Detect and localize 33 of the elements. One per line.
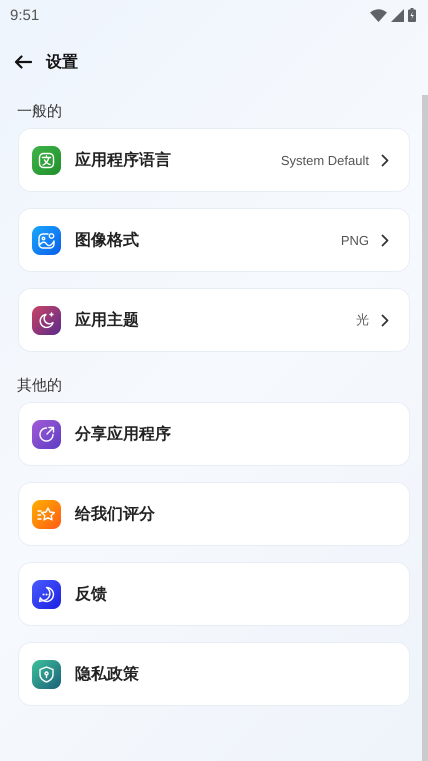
settings-row[interactable]: 给我们评分 [18, 482, 410, 546]
signal-icon [391, 8, 404, 22]
back-arrow-icon[interactable] [14, 55, 32, 69]
image-icon [32, 226, 61, 254]
translate-icon [32, 146, 61, 174]
row-label: 给我们评分 [75, 504, 156, 524]
chevron-right-icon [381, 154, 389, 166]
shield-icon [32, 660, 61, 688]
row-label: 图像格式 [75, 230, 140, 250]
row-label: 反馈 [75, 584, 108, 604]
chevron-right-icon [381, 314, 389, 326]
wifi-icon [370, 8, 387, 22]
row-value: PNG [340, 232, 369, 248]
chevron-right-icon [381, 234, 389, 246]
section-heading: 其他的 [17, 374, 63, 396]
row-label: 应用主题 [75, 310, 140, 330]
settings-row[interactable]: 隐私政策 [18, 642, 410, 706]
settings-row[interactable]: 应用主题 光 [18, 288, 410, 352]
page-title: 设置 [46, 52, 78, 72]
battery-icon [408, 8, 416, 22]
row-value: System Default [280, 152, 369, 168]
settings-row[interactable]: 反馈 [18, 562, 410, 626]
settings-row[interactable]: 图像格式 PNG [18, 208, 410, 272]
settings-row[interactable]: 分享应用程序 [18, 402, 410, 466]
status-time: 9:51 [10, 6, 40, 24]
settings-row[interactable]: 应用程序语言 System Default [18, 128, 410, 192]
row-label: 应用程序语言 [75, 150, 172, 170]
row-label: 隐私政策 [75, 664, 140, 684]
row-value: 光 [356, 311, 369, 329]
row-label: 分享应用程序 [75, 424, 172, 444]
section-heading: 一般的 [17, 100, 63, 122]
share-icon [32, 420, 61, 448]
moon-icon [32, 306, 61, 334]
